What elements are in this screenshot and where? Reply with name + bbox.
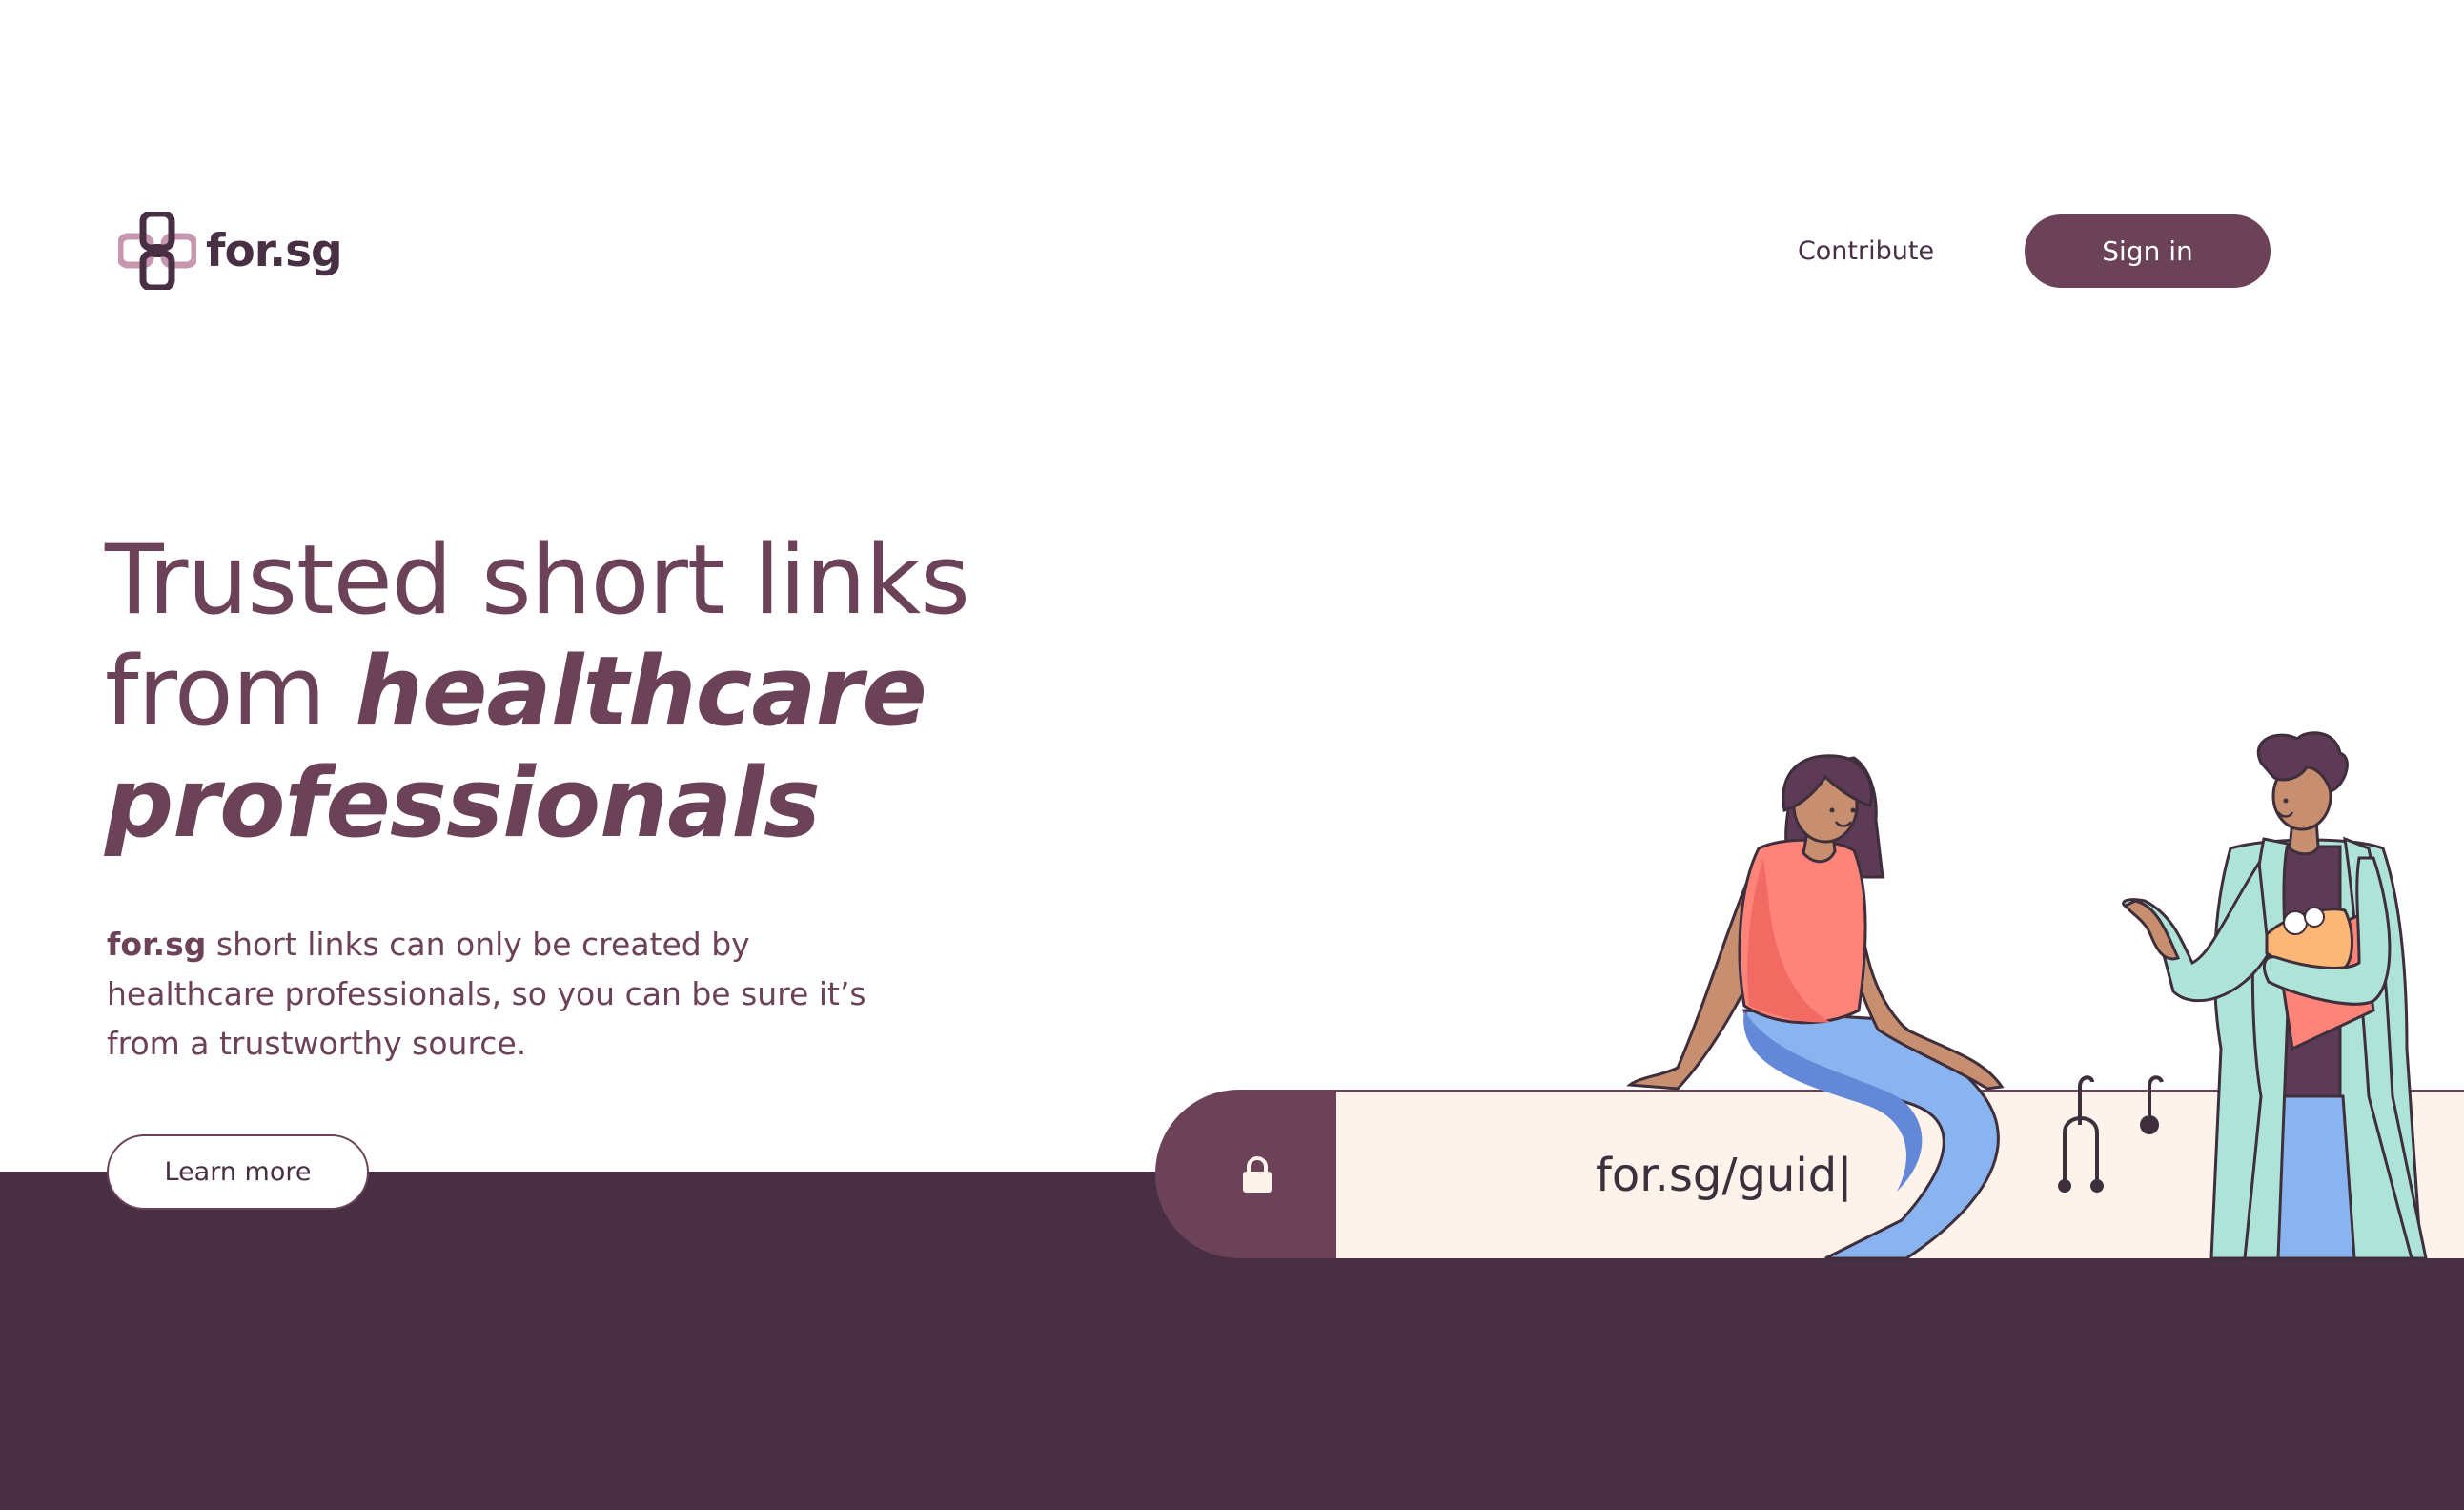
url-display-field: for.sg/guid| <box>1336 1090 2464 1258</box>
sign-in-button[interactable]: Sign in <box>2025 214 2271 288</box>
hero-title-line1: Trusted short links <box>105 523 970 636</box>
url-lock-cap <box>1155 1090 1336 1258</box>
hero-description: for.sg short links can only be created b… <box>107 920 869 1069</box>
hero-desc-line2: healthcare professionals, so you can be … <box>107 975 866 1012</box>
logo[interactable]: for.sg <box>118 212 343 290</box>
hero-title-line2: from <box>105 635 356 747</box>
nav-contribute-link[interactable]: Contribute <box>1782 231 1949 273</box>
hero-title-emph-healthcare: healthcare <box>355 635 927 747</box>
url-bar: for.sg/guid| <box>1155 1090 2464 1258</box>
hero-title: Trusted short links from healthcare prof… <box>105 524 1058 859</box>
hero-desc-brand: for.sg <box>107 926 207 963</box>
lock-icon <box>1243 1156 1272 1193</box>
hero-title-emph-professionals: professionals <box>105 746 821 859</box>
url-text: for.sg/guid| <box>1596 1149 1853 1202</box>
hero-desc-line1: short links can only be created by <box>206 926 750 963</box>
chain-link-logo-icon <box>118 212 196 290</box>
logo-text: for.sg <box>206 224 343 277</box>
hero-desc-line3: from a trustworthy source. <box>107 1025 527 1062</box>
learn-more-button[interactable]: Learn more <box>107 1134 369 1210</box>
